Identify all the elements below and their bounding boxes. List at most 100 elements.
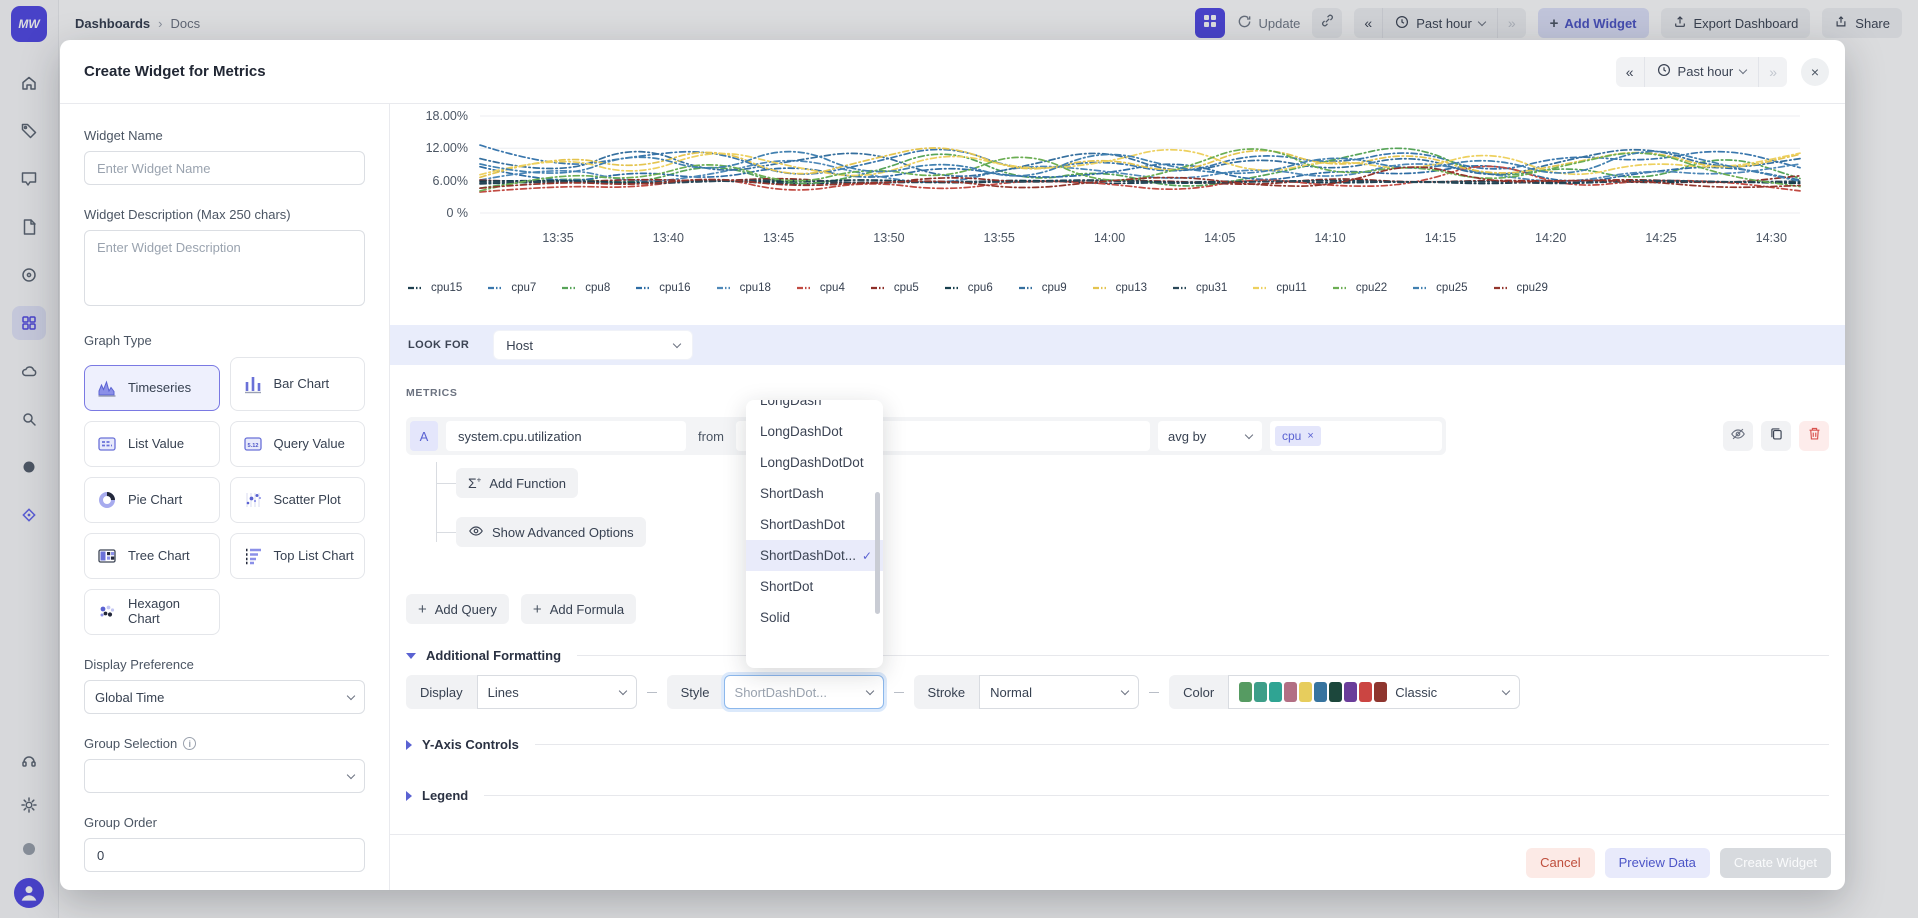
graph-type-list-value[interactable]: List Value xyxy=(84,421,220,467)
graph-type-pie-chart[interactable]: Pie Chart xyxy=(84,477,220,523)
legend-label: cpu8 xyxy=(585,282,610,294)
top-list-chart-icon xyxy=(241,545,265,567)
graph-type-bar-chart[interactable]: Bar Chart xyxy=(230,357,366,411)
section-divider xyxy=(484,795,1829,796)
chevron-down-icon xyxy=(865,686,873,694)
legend-label: cpu15 xyxy=(431,282,462,294)
legend-item-cpu22[interactable]: cpu22 xyxy=(1333,282,1387,294)
add-formula-button[interactable]: + Add Formula xyxy=(521,594,636,624)
legend-section-header[interactable]: Legend xyxy=(406,788,1829,803)
create-widget-button[interactable]: Create Widget xyxy=(1720,848,1831,878)
aggregation-select[interactable]: avg by xyxy=(1158,421,1262,451)
modal-time-prev-button[interactable]: « xyxy=(1616,57,1645,87)
legend-swatch-icon xyxy=(717,285,734,291)
modal-time-next-button[interactable]: » xyxy=(1759,57,1787,87)
style-option-solid[interactable]: Solid xyxy=(746,602,883,633)
timeseries-icon xyxy=(95,377,119,399)
graph-type-timeseries[interactable]: Timeseries xyxy=(84,365,220,411)
style-dropdown-list: LongDashLongDashDotLongDashDotDotShortDa… xyxy=(746,400,883,633)
show-advanced-options-button[interactable]: Show Advanced Options xyxy=(456,517,646,547)
style-option-label: ShortDot xyxy=(760,579,813,594)
stroke-select[interactable]: Normal xyxy=(979,675,1139,709)
graph-type-scatter-plot[interactable]: Scatter Plot xyxy=(230,477,366,523)
additional-formatting-header[interactable]: Additional Formatting xyxy=(406,648,1829,663)
style-option-shortdashdot[interactable]: ShortDashDot...✓ xyxy=(746,540,883,571)
widget-name-input[interactable] xyxy=(84,151,365,185)
query-actions xyxy=(1723,421,1829,451)
graph-type-query-value[interactable]: 5.12Query Value xyxy=(230,421,366,467)
group-by-input[interactable]: cpu × xyxy=(1270,421,1442,451)
metric-name-input[interactable] xyxy=(446,421,686,451)
legend-label: cpu18 xyxy=(740,282,771,294)
style-option-longdashdot[interactable]: LongDashDot xyxy=(746,416,883,447)
legend-label: cpu25 xyxy=(1436,282,1467,294)
style-option-longdashdotdot[interactable]: LongDashDotDot xyxy=(746,447,883,478)
legend-swatch-icon xyxy=(945,285,962,291)
x-tick-label: 14:30 xyxy=(1756,231,1787,245)
group-order-input[interactable] xyxy=(84,838,365,872)
widget-description-input[interactable] xyxy=(84,230,365,306)
legend-item-cpu5[interactable]: cpu5 xyxy=(871,282,919,294)
palette-swatch xyxy=(1314,682,1327,702)
legend-item-cpu6[interactable]: cpu6 xyxy=(945,282,993,294)
legend-item-cpu7[interactable]: cpu7 xyxy=(488,282,536,294)
preview-data-button[interactable]: Preview Data xyxy=(1605,848,1710,878)
add-function-button[interactable]: Σ+ Add Function xyxy=(456,468,578,498)
group-by-tag-label: cpu xyxy=(1282,429,1301,443)
legend-item-cpu4[interactable]: cpu4 xyxy=(797,282,845,294)
modal-time-range-select[interactable]: Past hour xyxy=(1645,57,1760,87)
graph-type-label: Scatter Plot xyxy=(274,493,341,508)
dropdown-scrollbar[interactable] xyxy=(875,492,880,614)
legend-item-cpu15[interactable]: cpu15 xyxy=(408,282,462,294)
legend-label: cpu6 xyxy=(968,282,993,294)
check-icon: ✓ xyxy=(862,549,872,563)
look-for-select[interactable]: Host xyxy=(493,330,693,360)
y-axis-controls-header[interactable]: Y-Axis Controls xyxy=(406,737,1829,752)
graph-type-hexagon-chart[interactable]: Hexagon Chart xyxy=(84,589,220,635)
query-add-row: + Add Query + Add Formula xyxy=(406,594,1829,624)
y-axis-controls-title: Y-Axis Controls xyxy=(422,737,519,752)
style-select[interactable]: ShortDashDot... xyxy=(724,675,884,709)
style-option-shortdot[interactable]: ShortDot xyxy=(746,571,883,602)
display-select[interactable]: Lines xyxy=(477,675,637,709)
graph-type-tree-chart[interactable]: Tree Chart xyxy=(84,533,220,579)
add-query-button[interactable]: + Add Query xyxy=(406,594,509,624)
y-axis-labels: 18.00%12.00%6.00%0 % xyxy=(406,116,480,213)
x-tick-label: 14:25 xyxy=(1645,231,1676,245)
legend-item-cpu31[interactable]: cpu31 xyxy=(1173,282,1227,294)
look-for-bar: LOOK FOR Host xyxy=(390,325,1845,365)
style-control: Style ShortDashDot... xyxy=(667,675,884,709)
close-modal-button[interactable]: × xyxy=(1801,58,1829,86)
duplicate-query-button[interactable] xyxy=(1761,421,1791,451)
graph-type-label: Query Value xyxy=(274,437,345,452)
style-option-shortdash[interactable]: ShortDash xyxy=(746,478,883,509)
legend-item-cpu16[interactable]: cpu16 xyxy=(636,282,690,294)
style-option-longdash[interactable]: LongDash xyxy=(746,400,883,416)
legend-item-cpu25[interactable]: cpu25 xyxy=(1413,282,1467,294)
style-option-shortdashdot[interactable]: ShortDashDot xyxy=(746,509,883,540)
legend-item-cpu13[interactable]: cpu13 xyxy=(1093,282,1147,294)
list-value-icon xyxy=(95,433,119,455)
legend-item-cpu29[interactable]: cpu29 xyxy=(1494,282,1548,294)
color-select[interactable]: Classic xyxy=(1228,675,1520,709)
legend-label: cpu13 xyxy=(1116,282,1147,294)
graph-type-label: Timeseries xyxy=(128,381,191,396)
legend-item-cpu9[interactable]: cpu9 xyxy=(1019,282,1067,294)
display-preference-select[interactable]: Global Time xyxy=(84,680,365,714)
group-selection-select[interactable] xyxy=(84,759,365,793)
chevron-down-icon xyxy=(1502,686,1510,694)
legend-label: cpu9 xyxy=(1042,282,1067,294)
legend-item-cpu11[interactable]: cpu11 xyxy=(1253,282,1306,294)
legend-item-cpu8[interactable]: cpu8 xyxy=(562,282,610,294)
x-tick-label: 14:20 xyxy=(1535,231,1566,245)
remove-tag-icon[interactable]: × xyxy=(1307,430,1313,442)
delete-query-button[interactable] xyxy=(1799,421,1829,451)
color-control: Color Classic xyxy=(1169,675,1520,709)
palette-swatch xyxy=(1254,682,1267,702)
legend-label: cpu5 xyxy=(894,282,919,294)
legend-item-cpu18[interactable]: cpu18 xyxy=(717,282,771,294)
graph-type-label: Top List Chart xyxy=(274,549,354,564)
hide-query-button[interactable] xyxy=(1723,421,1753,451)
cancel-button[interactable]: Cancel xyxy=(1526,848,1594,878)
graph-type-top-list-chart[interactable]: Top List Chart xyxy=(230,533,366,579)
